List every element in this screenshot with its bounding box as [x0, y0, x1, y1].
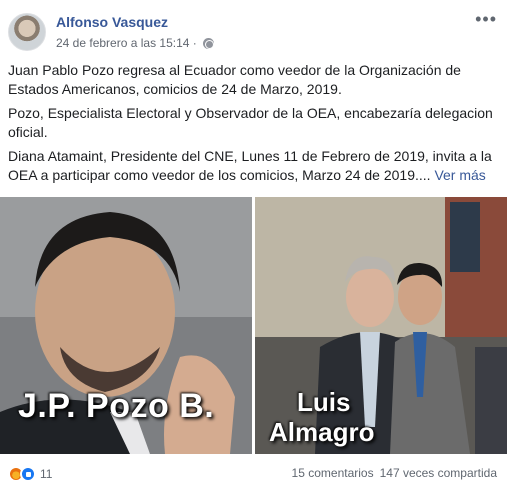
post-footer: 11 15 comentarios 147 veces compartida — [0, 462, 507, 486]
reaction-count: 11 — [40, 467, 53, 481]
more-options-icon[interactable]: ••• — [475, 10, 497, 28]
avatar[interactable] — [8, 13, 46, 51]
caption-pozo: J.P. Pozo B. — [18, 387, 215, 425]
caption-almagro: Luis Almagro — [269, 387, 374, 447]
paragraph-2: Pozo, Especialista Electoral y Observado… — [8, 105, 493, 140]
caption-almagro-line2: Almagro — [269, 417, 375, 447]
paragraph-1: Juan Pablo Pozo regresa al Ecuador como … — [8, 62, 461, 97]
photo-grid: J.P. Pozo B. Luis Almagro — [0, 197, 507, 454]
post-stats: 15 comentarios 147 veces compartida — [292, 466, 497, 480]
paragraph-3: Diana Atamaint, Presidente del CNE, Lune… — [8, 147, 500, 185]
shares-link[interactable]: 147 veces compartida — [380, 466, 497, 480]
paragraph-3-text: Diana Atamaint, Presidente del CNE, Lune… — [8, 148, 492, 183]
post-header: Alfonso Vasquez 24 de febrero a las 15:1… — [0, 0, 507, 58]
see-more-link[interactable]: Ver más — [434, 167, 485, 183]
like-icon — [20, 466, 36, 482]
author-name[interactable]: Alfonso Vasquez — [56, 14, 168, 30]
post-text: Juan Pablo Pozo regresa al Ecuador como … — [8, 61, 500, 190]
reactions[interactable]: 11 — [8, 466, 52, 482]
globe-icon[interactable] — [202, 37, 214, 49]
timestamp[interactable]: 24 de febrero a las 15:14 · — [56, 36, 197, 50]
caption-almagro-line1: Luis — [297, 387, 351, 417]
post-meta: 24 de febrero a las 15:14 · — [56, 36, 214, 50]
photo-almagro[interactable]: Luis Almagro — [255, 197, 507, 454]
comments-link[interactable]: 15 comentarios — [292, 466, 374, 480]
photo-pozo[interactable]: J.P. Pozo B. — [0, 197, 252, 454]
